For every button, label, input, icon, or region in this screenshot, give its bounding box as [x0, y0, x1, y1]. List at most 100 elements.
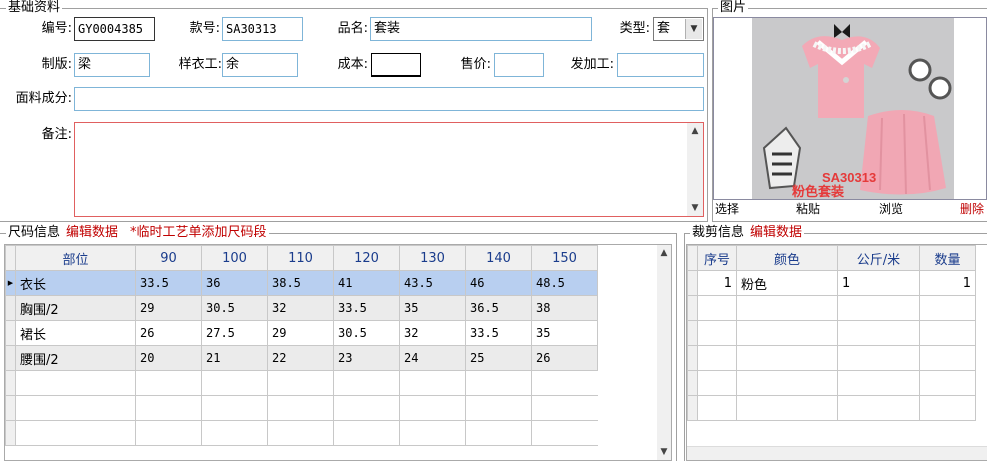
table-row[interactable]: [687, 320, 976, 346]
cut-edit-link[interactable]: 编辑数据: [750, 225, 802, 240]
table-cell[interactable]: [697, 295, 737, 321]
note-scrollbar[interactable]: ▲ ▼: [687, 123, 703, 216]
table-row[interactable]: 裙长 26 27.5 29 30.5 32 33.5 35: [5, 320, 598, 346]
processor-field[interactable]: [617, 53, 704, 77]
scroll-up-icon[interactable]: ▲: [687, 123, 703, 139]
table-cell[interactable]: [15, 395, 136, 421]
table-row[interactable]: [5, 370, 598, 396]
size-column-header[interactable]: 90: [135, 245, 202, 271]
size-grid[interactable]: 部位 90 100 110 120 130 140 150 ▶ 衣长 33.5 36 38.5 41 43…: [4, 244, 672, 461]
table-row[interactable]: [687, 395, 976, 421]
table-cell[interactable]: 腰围/2: [15, 345, 136, 371]
table-cell[interactable]: 粉色: [736, 270, 838, 296]
table-cell[interactable]: 32: [399, 320, 466, 346]
table-cell[interactable]: 24: [399, 345, 466, 371]
table-cell[interactable]: 38.5: [267, 270, 334, 296]
table-cell[interactable]: [736, 345, 838, 371]
cut-column-header[interactable]: 数量: [919, 245, 976, 271]
table-cell[interactable]: [697, 395, 737, 421]
table-row[interactable]: 1 粉色 1 1: [687, 270, 976, 296]
table-cell[interactable]: 20: [135, 345, 202, 371]
table-cell[interactable]: [333, 370, 400, 396]
table-cell[interactable]: 23: [333, 345, 400, 371]
table-cell[interactable]: 46: [465, 270, 532, 296]
table-cell[interactable]: [736, 370, 838, 396]
table-row[interactable]: 腰围/2 20 21 22 23 24 25 26: [5, 345, 598, 371]
table-cell[interactable]: 36.5: [465, 295, 532, 321]
sample-field[interactable]: 余: [222, 53, 298, 77]
table-cell[interactable]: [837, 295, 920, 321]
table-cell[interactable]: 38: [531, 295, 598, 321]
table-cell[interactable]: [267, 395, 334, 421]
table-cell[interactable]: 35: [531, 320, 598, 346]
style-field[interactable]: SA30313: [222, 17, 303, 41]
table-cell[interactable]: 22: [267, 345, 334, 371]
table-row[interactable]: [5, 395, 598, 421]
table-cell[interactable]: [465, 420, 532, 446]
table-cell[interactable]: [531, 370, 598, 396]
table-cell[interactable]: [15, 420, 136, 446]
table-cell[interactable]: [697, 345, 737, 371]
price-field[interactable]: [494, 53, 544, 77]
table-cell[interactable]: [837, 320, 920, 346]
size-table[interactable]: 部位 90 100 110 120 130 140 150 ▶ 衣长 33.5 36 38.5 41 43…: [5, 245, 598, 446]
pattern-field[interactable]: 梁: [74, 53, 150, 77]
table-cell[interactable]: [736, 295, 838, 321]
table-cell[interactable]: [919, 345, 976, 371]
table-row[interactable]: [687, 345, 976, 371]
size-column-header[interactable]: 140: [465, 245, 532, 271]
table-cell[interactable]: 1: [837, 270, 920, 296]
table-cell[interactable]: [837, 395, 920, 421]
table-cell[interactable]: [399, 370, 466, 396]
table-cell[interactable]: 29: [267, 320, 334, 346]
scroll-up-icon[interactable]: ▲: [657, 245, 671, 261]
size-column-header[interactable]: 部位: [15, 245, 136, 271]
size-edit-link[interactable]: 编辑数据: [66, 225, 118, 240]
table-cell[interactable]: [399, 420, 466, 446]
table-cell[interactable]: [736, 395, 838, 421]
table-cell[interactable]: 27.5: [201, 320, 268, 346]
size-grid-scrollbar[interactable]: ▲ ▼: [657, 245, 671, 460]
table-cell[interactable]: 26: [135, 320, 202, 346]
table-cell[interactable]: [465, 370, 532, 396]
table-cell[interactable]: [267, 370, 334, 396]
table-cell[interactable]: 33.5: [135, 270, 202, 296]
table-cell[interactable]: 衣长: [15, 270, 136, 296]
size-column-header[interactable]: 130: [399, 245, 466, 271]
table-cell[interactable]: [531, 420, 598, 446]
table-row[interactable]: 胸围/2 29 30.5 32 33.5 35 36.5 38: [5, 295, 598, 321]
table-cell[interactable]: [465, 395, 532, 421]
note-textarea[interactable]: ▲ ▼: [74, 122, 704, 217]
photo-select-button[interactable]: 选择: [715, 202, 739, 216]
table-cell[interactable]: [135, 420, 202, 446]
scroll-down-icon[interactable]: ▼: [657, 444, 671, 460]
cut-column-header[interactable]: 序号: [697, 245, 737, 271]
table-cell[interactable]: [697, 370, 737, 396]
cost-field[interactable]: [371, 53, 421, 77]
table-row[interactable]: [687, 370, 976, 396]
scroll-down-icon[interactable]: ▼: [687, 200, 703, 216]
table-cell[interactable]: 胸围/2: [15, 295, 136, 321]
table-cell[interactable]: 41: [333, 270, 400, 296]
table-cell[interactable]: 48.5: [531, 270, 598, 296]
table-cell[interactable]: 29: [135, 295, 202, 321]
table-cell[interactable]: [15, 370, 136, 396]
cut-column-header[interactable]: 颜色: [736, 245, 838, 271]
table-cell[interactable]: 25: [465, 345, 532, 371]
cut-table[interactable]: 序号 颜色 公斤/米 数量 1 粉色 1 1: [687, 245, 976, 421]
table-cell[interactable]: 26: [531, 345, 598, 371]
photo-paste-button[interactable]: 粘贴: [796, 202, 820, 216]
table-cell[interactable]: [697, 320, 737, 346]
table-cell[interactable]: [531, 395, 598, 421]
chevron-down-icon[interactable]: ▼: [685, 19, 702, 39]
fabric-field[interactable]: [74, 87, 704, 111]
name-field[interactable]: 套装: [370, 17, 592, 41]
code-field[interactable]: GY0004385: [74, 17, 155, 41]
table-cell[interactable]: [399, 395, 466, 421]
table-cell[interactable]: 33.5: [465, 320, 532, 346]
table-cell[interactable]: 43.5: [399, 270, 466, 296]
table-cell[interactable]: [201, 370, 268, 396]
table-cell[interactable]: [135, 370, 202, 396]
size-column-header[interactable]: 120: [333, 245, 400, 271]
cut-grid-hscrollbar[interactable]: [687, 446, 987, 460]
